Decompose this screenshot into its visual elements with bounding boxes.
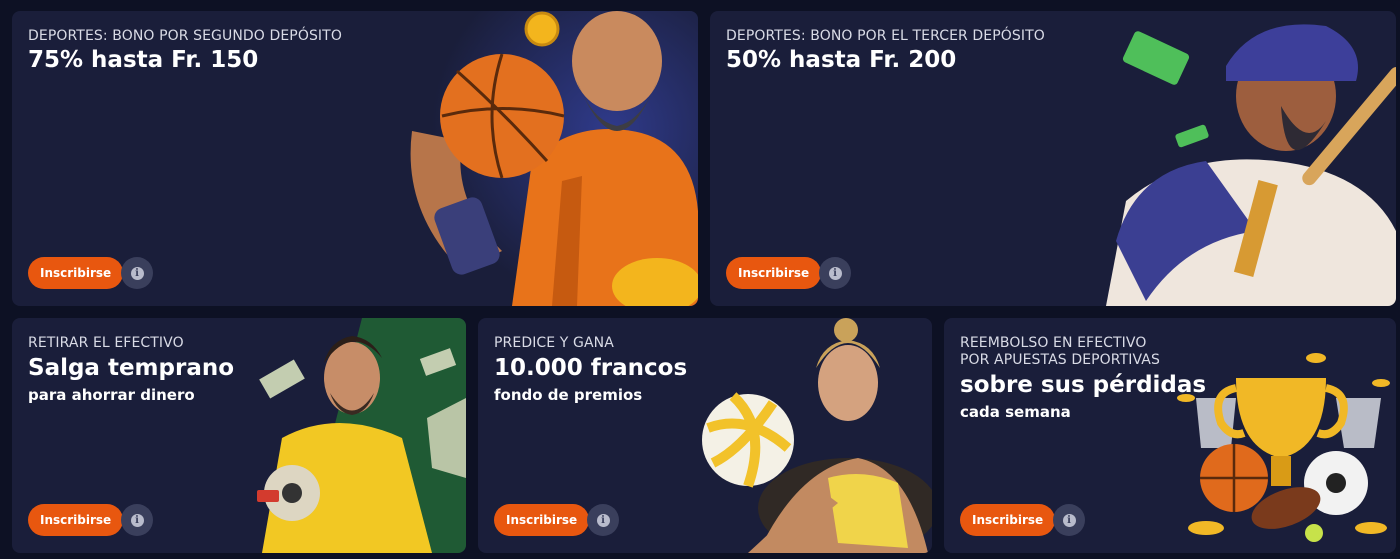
card-subtitle-line1: REEMBOLSO EN EFECTIVO	[960, 335, 1147, 351]
signup-button[interactable]: Inscribirse	[494, 504, 590, 536]
card-subtitle: DEPORTES: BONO POR SEGUNDO DEPÓSITO	[28, 28, 342, 44]
basketball-player-illustration	[402, 11, 698, 306]
card-subtitle: REEMBOLSO EN EFECTIVO POR APUESTAS DEPOR…	[960, 335, 1160, 369]
info-icon[interactable]: i	[121, 257, 153, 289]
promo-card-second-deposit[interactable]: DEPORTES: BONO POR SEGUNDO DEPÓSITO 75% …	[12, 11, 698, 306]
card-subtitle-line2: POR APUESTAS DEPORTIVAS	[960, 352, 1160, 368]
card-title: 75% hasta Fr. 150	[28, 47, 259, 73]
trophy-and-balls-illustration	[1177, 353, 1390, 542]
info-icon[interactable]: i	[121, 504, 153, 536]
signup-button[interactable]: Inscribirse	[726, 257, 822, 289]
card-description: cada semana	[960, 403, 1071, 421]
card-subtitle: DEPORTES: BONO POR EL TERCER DEPÓSITO	[726, 28, 1045, 44]
card-description: fondo de premios	[494, 386, 643, 404]
signup-button[interactable]: Inscribirse	[28, 504, 124, 536]
signup-button[interactable]: Inscribirse	[28, 257, 124, 289]
baseball-player-illustration	[1106, 24, 1396, 306]
card-title: 50% hasta Fr. 200	[726, 47, 957, 73]
man-with-money-photo	[257, 318, 466, 553]
info-icon[interactable]: i	[1053, 504, 1085, 536]
card-title: 10.000 francos	[494, 355, 688, 381]
card-title: sobre sus pérdidas	[960, 372, 1207, 398]
card-subtitle: RETIRAR EL EFECTIVO	[28, 335, 184, 351]
volleyball-player-photo	[702, 318, 932, 553]
info-icon[interactable]: i	[587, 504, 619, 536]
card-description: para ahorrar dinero	[28, 386, 195, 404]
promo-card-cashback[interactable]: REEMBOLSO EN EFECTIVO POR APUESTAS DEPOR…	[944, 318, 1396, 553]
promo-card-third-deposit[interactable]: DEPORTES: BONO POR EL TERCER DEPÓSITO 50…	[710, 11, 1396, 306]
signup-button[interactable]: Inscribirse	[960, 504, 1056, 536]
card-title: Salga temprano	[28, 355, 235, 381]
promo-card-cash-out[interactable]: RETIRAR EL EFECTIVO Salga temprano para …	[12, 318, 466, 553]
info-icon[interactable]: i	[819, 257, 851, 289]
card-subtitle: PREDICE Y GANA	[494, 335, 614, 351]
promo-card-predict-win[interactable]: PREDICE Y GANA 10.000 francos fondo de p…	[478, 318, 932, 553]
